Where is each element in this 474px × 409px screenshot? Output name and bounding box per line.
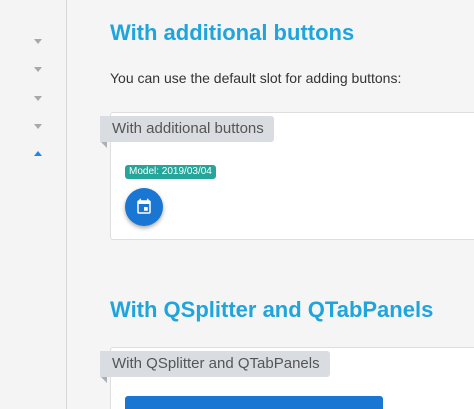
chevron-up-icon[interactable] xyxy=(34,151,42,156)
main-content: With additional buttons You can use the … xyxy=(67,0,474,409)
splitter-toolbar xyxy=(125,396,383,409)
card-header-fold xyxy=(101,377,107,383)
chevron-down-icon[interactable] xyxy=(34,67,42,72)
section-title: With additional buttons xyxy=(110,20,355,45)
chevron-down-icon[interactable] xyxy=(34,96,42,101)
chevron-down-icon[interactable] xyxy=(34,124,42,129)
event-icon xyxy=(137,198,151,214)
card-header: With QSplitter and QTabPanels xyxy=(100,351,330,377)
section-title: With QSplitter and QTabPanels xyxy=(110,297,434,322)
event-button[interactable] xyxy=(125,188,163,226)
card-header-fold xyxy=(101,142,107,148)
chevron-down-icon[interactable] xyxy=(34,39,42,44)
card-header: With additional buttons xyxy=(100,116,274,142)
model-badge: Model: 2019/03/04 xyxy=(125,165,216,179)
section-description: You can use the default slot for adding … xyxy=(110,70,402,86)
sidebar xyxy=(0,0,67,409)
